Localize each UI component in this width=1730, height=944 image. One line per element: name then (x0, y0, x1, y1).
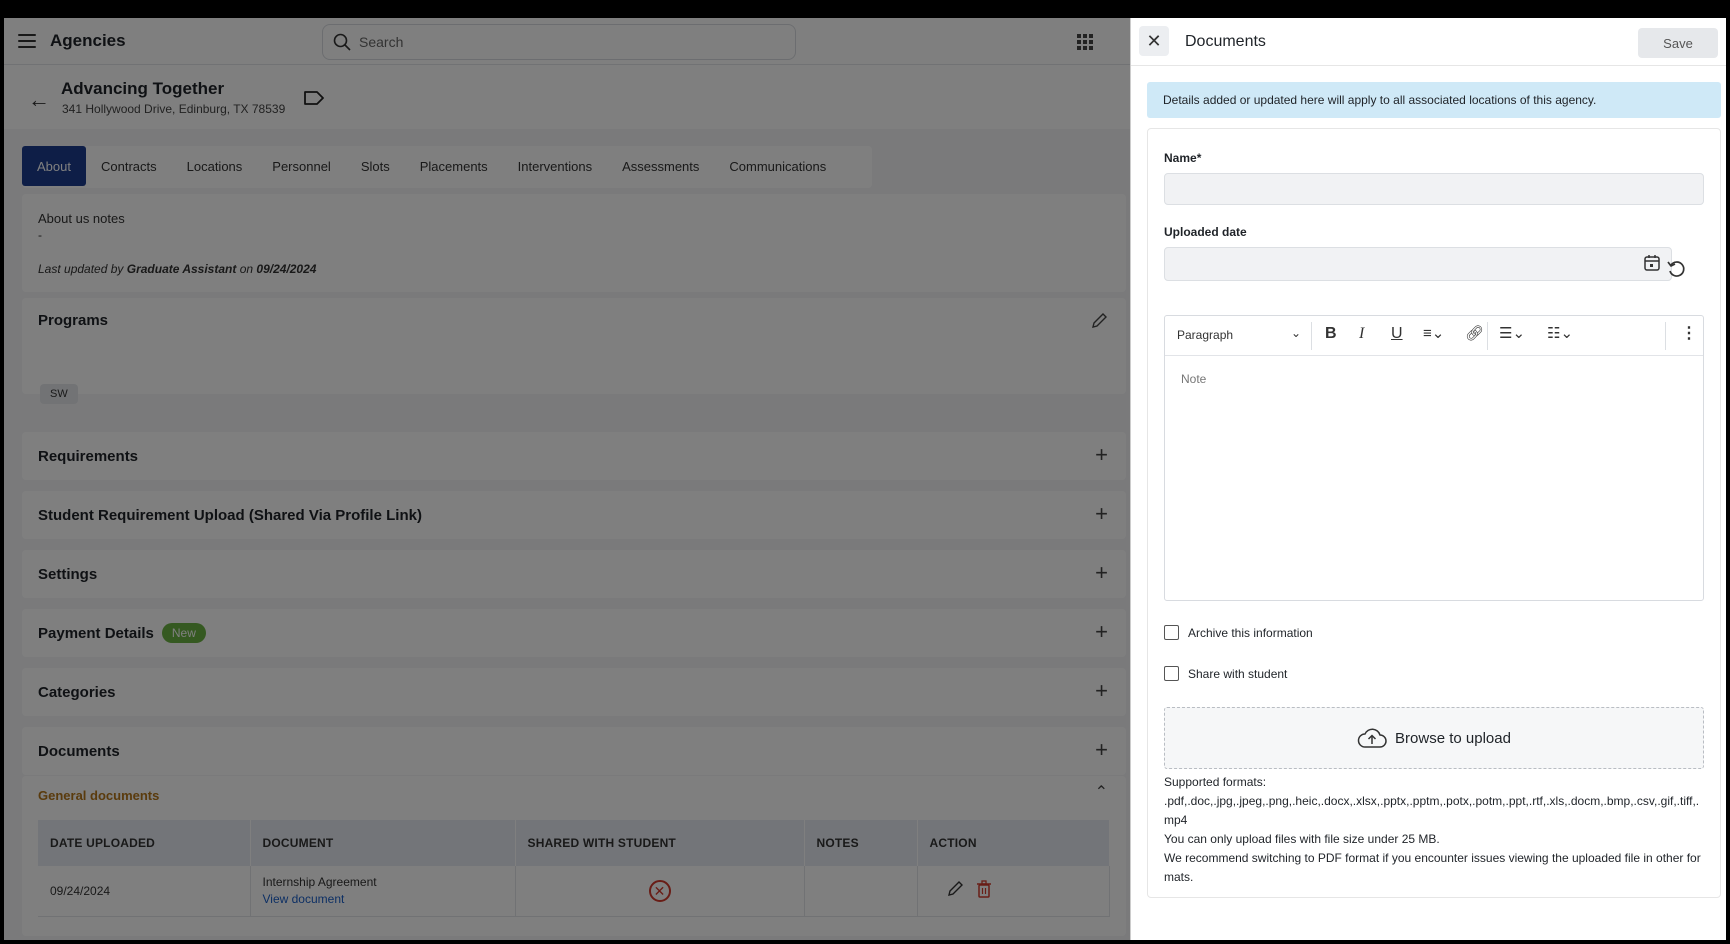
share-with-student-label: Share with student (1188, 667, 1288, 681)
name-input[interactable] (1164, 173, 1704, 205)
screen-frame: Agencies ← Advancing Together 341 Hollyw… (4, 18, 1726, 940)
info-banner: Details added or updated here will apply… (1147, 82, 1721, 118)
uploaded-date-label: Uploaded date (1164, 225, 1247, 239)
close-button[interactable]: ✕ (1139, 26, 1169, 56)
calendar-icon[interactable] (1643, 254, 1661, 272)
documents-drawer: ✕ Documents Save Details added or update… (1130, 18, 1726, 940)
upload-help: Supported formats: .pdf,.doc,.jpg,.jpeg,… (1164, 773, 1704, 887)
browse-upload-label: Browse to upload (1395, 729, 1511, 747)
close-icon: ✕ (1146, 30, 1162, 51)
reset-icon[interactable] (1666, 259, 1686, 279)
drawer-header: ✕ Documents Save (1131, 18, 1726, 66)
underline-icon[interactable]: U (1391, 326, 1403, 342)
pdf-note: We recommend switching to PDF format if … (1164, 851, 1701, 884)
size-note: You can only upload files with file size… (1164, 832, 1440, 846)
align-icon[interactable]: ≡⌄ (1423, 326, 1444, 341)
save-button[interactable]: Save (1638, 28, 1718, 58)
italic-icon[interactable]: I (1359, 326, 1364, 342)
document-form: Name* Uploaded date Paragraph ⌄ B I U ≡⌄… (1147, 128, 1721, 898)
numbered-list-icon[interactable]: ☷⌄ (1547, 326, 1573, 341)
bold-icon[interactable]: B (1325, 326, 1337, 342)
agency-page: Agencies ← Advancing Together 341 Hollyw… (4, 18, 1130, 940)
link-icon[interactable]: 🔗︎ (1465, 326, 1484, 341)
cloud-upload-icon (1357, 728, 1387, 748)
more-options-icon[interactable]: ⋮ (1681, 326, 1697, 342)
formats-list: .pdf,.doc,.jpg,.jpeg,.png,.heic,.docx,.x… (1164, 794, 1700, 827)
drawer-title: Documents (1185, 33, 1266, 50)
name-label: Name* (1164, 151, 1201, 165)
block-style-select[interactable]: Paragraph (1177, 328, 1233, 342)
note-editor: Paragraph ⌄ B I U ≡⌄ 🔗︎ ☰⌄ ☷⌄ ⋮ Note (1164, 315, 1704, 601)
archive-checkbox[interactable] (1164, 625, 1179, 640)
share-with-student-checkbox[interactable] (1164, 666, 1179, 681)
archive-label: Archive this information (1188, 626, 1313, 640)
chevron-down-icon[interactable]: ⌄ (1291, 326, 1301, 340)
editor-toolbar: Paragraph ⌄ B I U ≡⌄ 🔗︎ ☰⌄ ☷⌄ ⋮ (1165, 316, 1703, 356)
required-mark: * (1196, 151, 1202, 165)
name-label-text: Name (1164, 151, 1197, 165)
note-placeholder[interactable]: Note (1181, 372, 1206, 386)
uploaded-date-input[interactable] (1164, 247, 1672, 281)
upload-dropzone[interactable]: Browse to upload (1164, 707, 1704, 769)
modal-backdrop[interactable] (4, 18, 1130, 940)
formats-title: Supported formats: (1164, 775, 1267, 789)
bullet-list-icon[interactable]: ☰⌄ (1499, 326, 1525, 341)
